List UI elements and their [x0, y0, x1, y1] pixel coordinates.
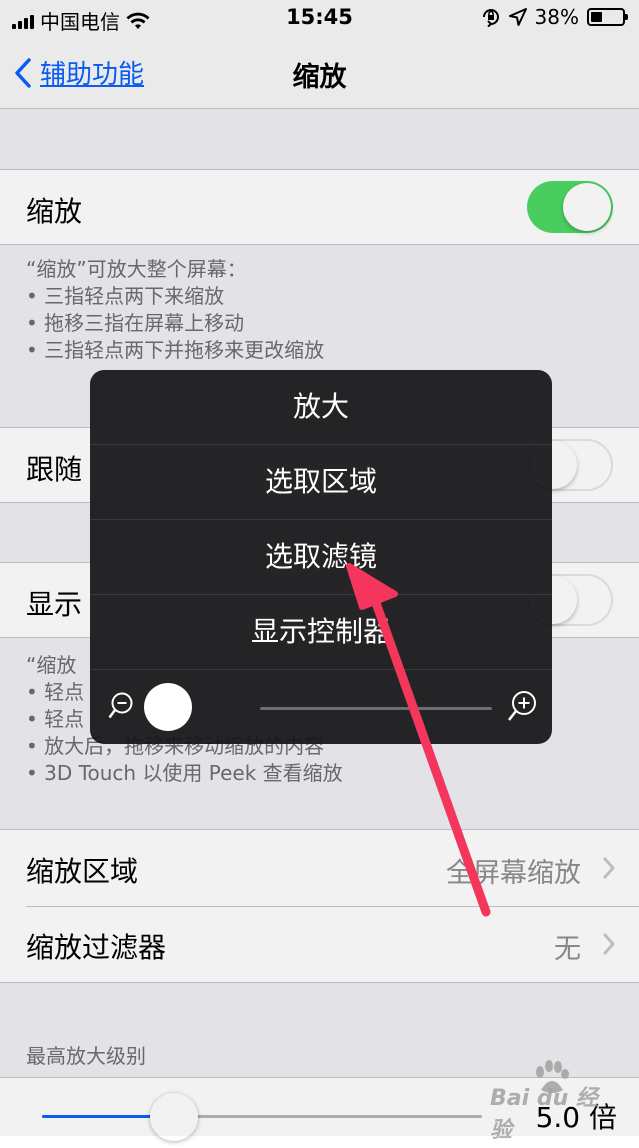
annotation-arrow-icon [346, 563, 491, 917]
